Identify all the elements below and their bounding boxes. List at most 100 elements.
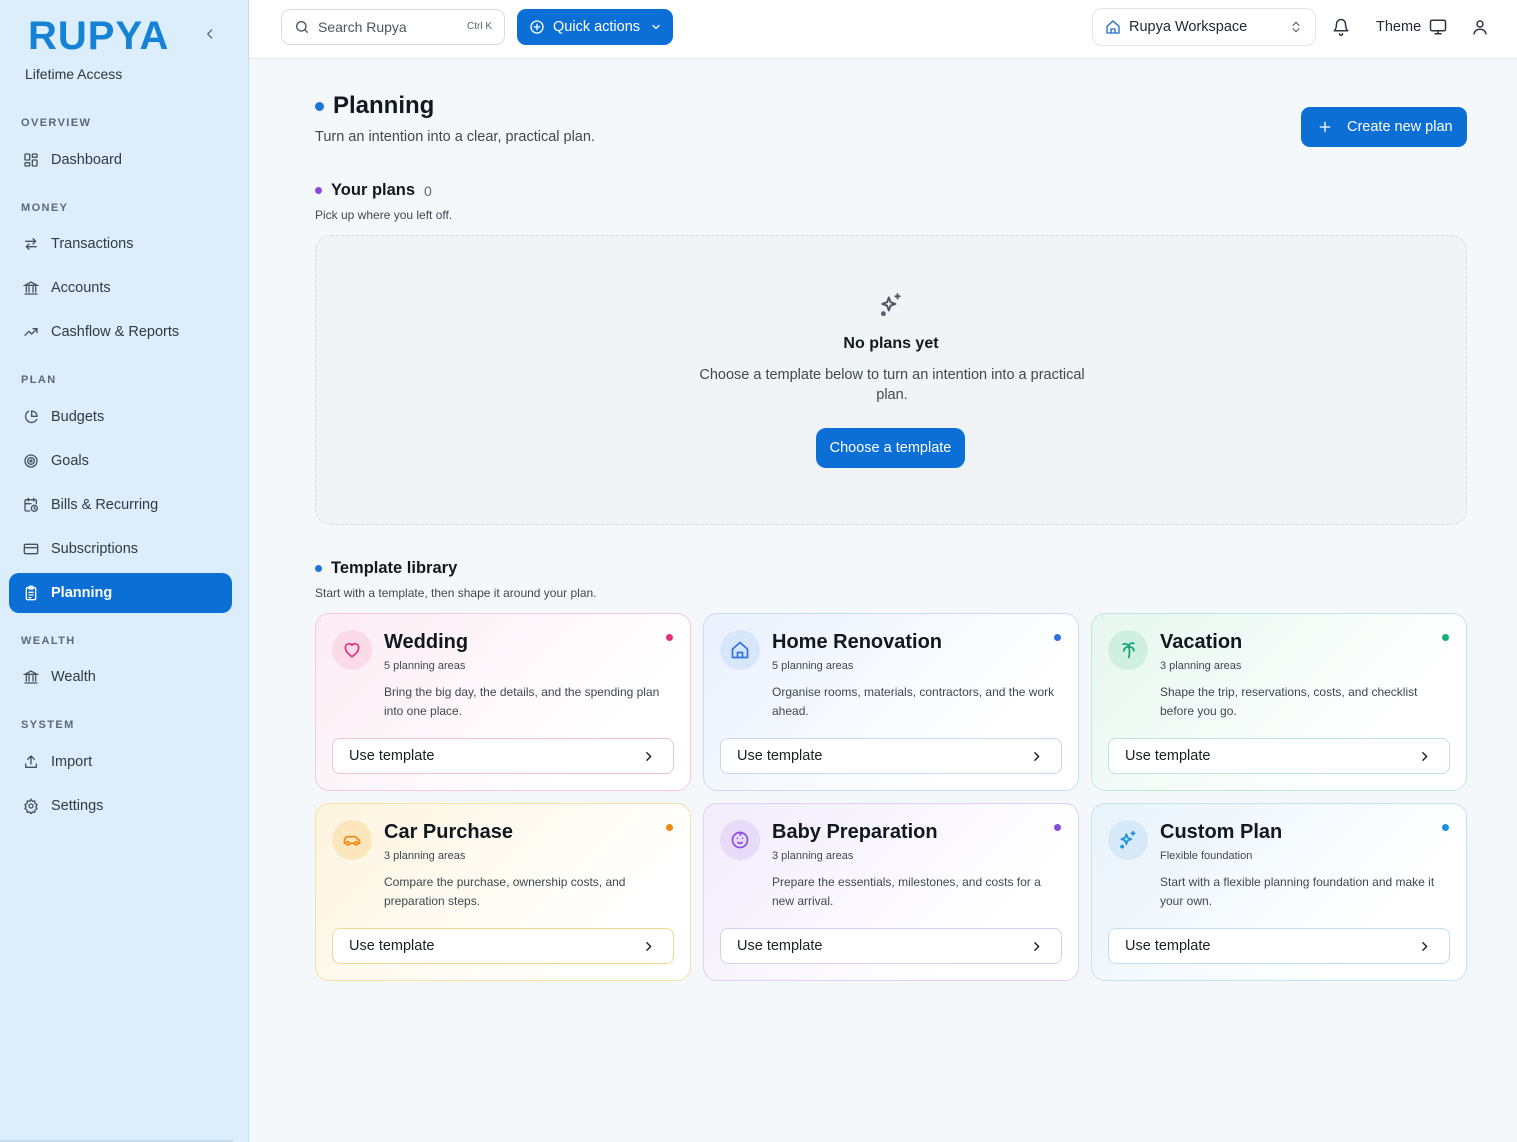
target-icon xyxy=(23,453,39,469)
sidebar-item-label: Accounts xyxy=(51,280,111,296)
plus-circle-icon xyxy=(529,19,545,35)
template-title: Wedding xyxy=(384,631,469,653)
template-icon-wrap xyxy=(720,820,760,860)
chevron-right-icon xyxy=(1418,750,1431,763)
template-meta: 5 planning areas xyxy=(772,660,854,672)
template-icon-wrap xyxy=(332,630,372,670)
sidebar-item-accounts[interactable]: Accounts xyxy=(9,268,232,308)
accent-dot xyxy=(1054,634,1061,641)
rupya-logo[interactable]: RUPYA xyxy=(28,14,169,59)
use-template-button[interactable]: Use template xyxy=(1108,738,1450,774)
arrows-icon xyxy=(23,236,39,252)
clipboard-icon xyxy=(23,585,39,601)
accent-dot xyxy=(666,634,673,641)
search-input[interactable]: Search Rupya Ctrl K xyxy=(281,9,505,45)
template-title: Custom Plan xyxy=(1160,821,1283,843)
plan-label: Lifetime Access xyxy=(25,66,123,82)
template-card-baby-preparation: Baby Preparation 3 planning areas Prepar… xyxy=(703,803,1079,981)
empty-plans-panel: No plans yet Choose a template below to … xyxy=(315,235,1467,525)
sidebar-item-planning[interactable]: Planning xyxy=(9,573,232,613)
page-title-text: Planning xyxy=(333,92,435,119)
template-card-vacation: Vacation 3 planning areas Shape the trip… xyxy=(1091,613,1467,791)
create-new-plan-button[interactable]: Create new plan xyxy=(1301,107,1467,147)
sidebar-item-label: Bills & Recurring xyxy=(51,497,159,513)
template-description: Bring the big day, the details, and the … xyxy=(384,685,660,718)
use-template-button[interactable]: Use template xyxy=(332,738,674,774)
template-library-heading: Template library xyxy=(315,559,457,578)
topbar: Search Rupya Ctrl K Quick actions Rupya … xyxy=(249,0,1517,59)
template-title: Car Purchase xyxy=(384,821,513,843)
sidebar-item-budgets[interactable]: Budgets xyxy=(9,397,232,437)
sidebar-item-cashflow-reports[interactable]: Cashflow & Reports xyxy=(9,312,232,352)
bank-icon xyxy=(23,669,39,685)
section-label-plan: PLAN xyxy=(21,374,57,386)
theme-toggle[interactable]: Theme xyxy=(1376,18,1447,36)
chevron-right-icon xyxy=(642,750,655,763)
heart-icon xyxy=(342,640,362,660)
template-meta: 3 planning areas xyxy=(1160,660,1242,672)
quick-actions-button[interactable]: Quick actions xyxy=(517,9,673,45)
sidebar-item-goals[interactable]: Goals xyxy=(9,441,232,481)
your-plans-subtitle: Pick up where you left off. xyxy=(315,208,453,222)
sidebar-item-label: Import xyxy=(51,754,93,770)
sparkles-icon xyxy=(878,292,904,318)
template-title: Home Renovation xyxy=(772,631,943,653)
template-title: Baby Preparation xyxy=(772,821,938,843)
template-description: Compare the purchase, ownership costs, a… xyxy=(384,875,626,908)
create-button-label: Create new plan xyxy=(1347,119,1453,135)
sidebar-item-wealth[interactable]: Wealth xyxy=(9,657,232,697)
use-template-button[interactable]: Use template xyxy=(332,928,674,964)
sidebar-item-settings[interactable]: Settings xyxy=(9,786,232,826)
search-placeholder: Search Rupya xyxy=(318,19,407,35)
sidebar-item-import[interactable]: Import xyxy=(9,742,232,782)
monitor-icon xyxy=(1429,18,1447,36)
use-template-label: Use template xyxy=(737,938,823,954)
sidebar-item-label: Transactions xyxy=(51,236,134,252)
search-shortcut: Ctrl K xyxy=(467,21,492,32)
sidebar-item-label: Planning xyxy=(51,585,113,601)
upload-icon xyxy=(23,754,39,770)
use-template-button[interactable]: Use template xyxy=(720,738,1062,774)
use-template-label: Use template xyxy=(349,748,435,764)
template-icon-wrap xyxy=(332,820,372,860)
workspace-label: Rupya Workspace xyxy=(1129,19,1248,35)
baby-icon xyxy=(730,830,750,850)
sidebar-item-label: Wealth xyxy=(51,669,96,685)
notifications-bell-icon[interactable] xyxy=(1332,18,1350,36)
template-title: Vacation xyxy=(1160,631,1243,653)
sidebar-item-dashboard[interactable]: Dashboard xyxy=(9,140,232,180)
dashboard-icon xyxy=(23,152,39,168)
user-icon[interactable] xyxy=(1471,18,1489,36)
chevron-right-icon xyxy=(1030,750,1043,763)
template-icon-wrap xyxy=(720,630,760,670)
sidebar: RUPYA Lifetime Access OVERVIEW Dashboard… xyxy=(0,0,249,1142)
use-template-label: Use template xyxy=(1125,938,1211,954)
empty-title: No plans yet xyxy=(843,335,939,352)
calendar-clock-icon xyxy=(23,497,39,513)
plans-count: 0 xyxy=(424,182,432,199)
template-meta: Flexible foundation xyxy=(1160,850,1253,862)
sidebar-item-bills-recurring[interactable]: Bills & Recurring xyxy=(9,485,232,525)
accent-dot xyxy=(1442,634,1449,641)
use-template-button[interactable]: Use template xyxy=(1108,928,1450,964)
theme-label: Theme xyxy=(1376,19,1422,35)
use-template-button[interactable]: Use template xyxy=(720,928,1062,964)
section-dot xyxy=(315,187,322,194)
your-plans-heading: Your plans 0 xyxy=(315,181,432,200)
section-label-wealth: WEALTH xyxy=(21,635,76,647)
collapse-sidebar-button[interactable] xyxy=(200,24,220,44)
sidebar-item-subscriptions[interactable]: Subscriptions xyxy=(9,529,232,569)
accent-dot xyxy=(666,824,673,831)
template-card-wedding: Wedding 5 planning areas Bring the big d… xyxy=(315,613,691,791)
bank-icon xyxy=(23,280,39,296)
home-icon xyxy=(1105,19,1121,35)
workspace-switcher[interactable]: Rupya Workspace xyxy=(1092,8,1316,46)
choose-template-button[interactable]: Choose a template xyxy=(816,428,965,468)
template-description: Start with a flexible planning foundatio… xyxy=(1160,875,1435,908)
use-template-label: Use template xyxy=(737,748,823,764)
page-title: Planning xyxy=(315,92,434,120)
accent-dot xyxy=(1442,824,1449,831)
template-description: Organise rooms, materials, contractors, … xyxy=(772,685,1055,718)
sidebar-item-label: Goals xyxy=(51,453,89,469)
sidebar-item-transactions[interactable]: Transactions xyxy=(9,224,232,264)
